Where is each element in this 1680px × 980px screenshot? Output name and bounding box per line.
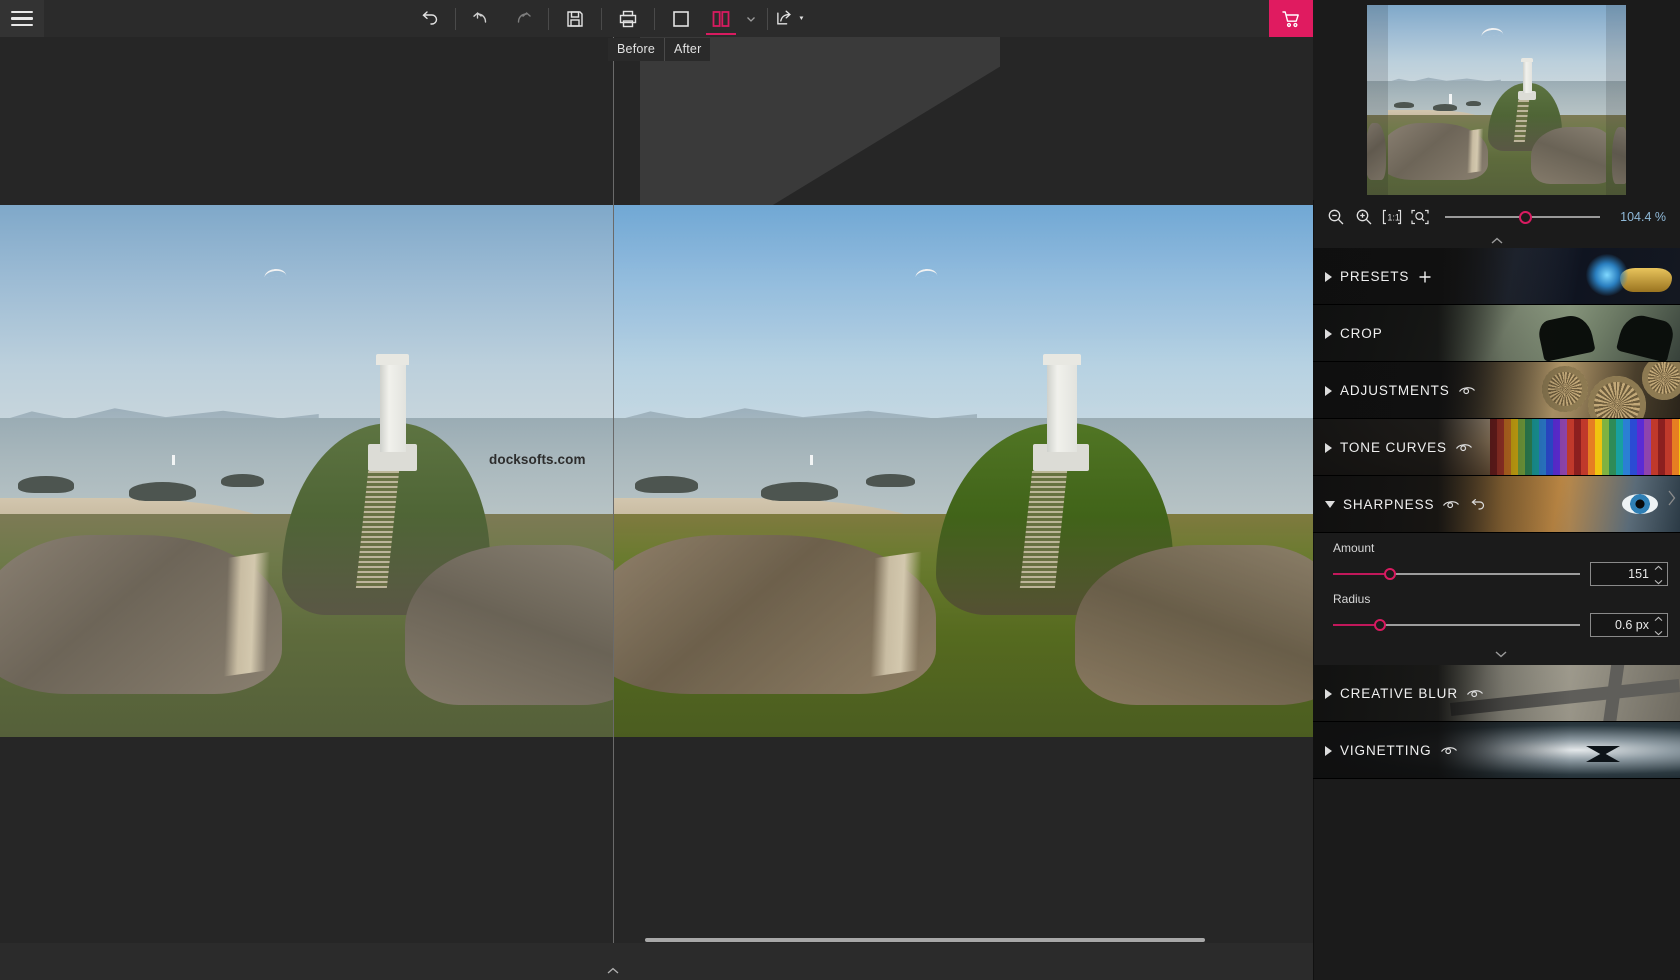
editor-area: Before After — [0, 0, 1313, 980]
radius-stepper[interactable]: 0.6 px — [1590, 613, 1668, 637]
toolbar-divider — [601, 8, 602, 30]
before-photo — [0, 205, 613, 737]
after-photo — [614, 205, 1313, 737]
zoom-1-1-icon[interactable]: 1:1 — [1381, 206, 1403, 228]
undo-icon[interactable] — [462, 0, 502, 37]
horizontal-scrollbar[interactable] — [645, 938, 1205, 942]
section-adjustments[interactable]: ADJUSTMENTS — [1313, 362, 1680, 419]
zoom-toolbar: 1:1 104.4 % — [1313, 200, 1680, 234]
section-label: ADJUSTMENTS — [1340, 383, 1450, 398]
amount-value: 151 — [1628, 567, 1649, 581]
arrow-right-icon[interactable] — [1325, 386, 1332, 396]
photo-editor-app: Before After — [0, 0, 1680, 980]
sharpness-controls: Amount 151 — [1313, 533, 1680, 665]
split-view-icon[interactable] — [701, 0, 741, 37]
image-canvas[interactable]: docksofts.com — [0, 37, 1313, 943]
panel-expand-chevron-right-icon[interactable] — [1664, 487, 1678, 509]
plus-icon[interactable] — [1417, 269, 1433, 285]
hamburger-menu-icon[interactable] — [0, 0, 44, 37]
share-icon[interactable] — [774, 0, 808, 37]
filmstrip-expand-chevron-icon[interactable] — [604, 964, 622, 978]
right-panel: 1:1 104.4 % PRESETS — [1313, 0, 1680, 980]
radius-control: Radius 0.6 px — [1333, 592, 1668, 637]
section-crop[interactable]: CROP — [1313, 305, 1680, 362]
section-label: SHARPNESS — [1343, 497, 1434, 512]
view-dropdown-caret-icon[interactable] — [741, 0, 761, 37]
arrow-right-icon[interactable] — [1325, 272, 1332, 282]
section-creative-blur[interactable]: CREATIVE BLUR — [1313, 665, 1680, 722]
amount-label: Amount — [1333, 541, 1668, 555]
shopping-cart-icon[interactable] — [1269, 0, 1313, 37]
canvas-backdrop-shape — [640, 37, 1000, 207]
eye-icon[interactable] — [1455, 442, 1473, 454]
stepper-arrows[interactable] — [1654, 616, 1663, 636]
reset-arrow-icon[interactable] — [1468, 498, 1486, 512]
radius-value: 0.6 px — [1615, 618, 1649, 632]
amount-stepper[interactable]: 151 — [1590, 562, 1668, 586]
tab-after[interactable]: After — [664, 38, 710, 61]
section-label: CROP — [1340, 326, 1383, 341]
eye-icon[interactable] — [1466, 688, 1484, 700]
after-image-pane[interactable] — [614, 205, 1313, 737]
section-label: TONE CURVES — [1340, 440, 1447, 455]
section-sharpness[interactable]: SHARPNESS — [1313, 476, 1680, 533]
section-label: VIGNETTING — [1340, 743, 1432, 758]
eye-icon[interactable] — [1458, 385, 1476, 397]
svg-text:1:1: 1:1 — [1387, 212, 1400, 222]
redo-icon[interactable] — [502, 0, 542, 37]
print-icon[interactable] — [608, 0, 648, 37]
arrow-right-icon[interactable] — [1325, 689, 1332, 699]
toolbar-divider — [548, 8, 549, 30]
before-after-tabs: Before After — [608, 38, 710, 61]
navigator-photo — [1388, 5, 1606, 195]
save-icon[interactable] — [555, 0, 595, 37]
zoom-out-icon[interactable] — [1325, 206, 1347, 228]
section-tone-curves[interactable]: TONE CURVES — [1313, 419, 1680, 476]
arrow-right-icon[interactable] — [1325, 746, 1332, 756]
eye-icon[interactable] — [1440, 745, 1458, 757]
navigator-preview[interactable] — [1313, 0, 1680, 200]
revert-icon[interactable] — [409, 0, 449, 37]
radius-label: Radius — [1333, 592, 1668, 606]
toolbar-buttons — [409, 0, 808, 37]
toolbar-divider — [654, 8, 655, 30]
watermark-text: docksofts.com — [489, 452, 586, 467]
single-view-icon[interactable] — [661, 0, 701, 37]
stepper-arrows[interactable] — [1654, 565, 1663, 585]
toolbar-divider — [455, 8, 456, 30]
eye-icon[interactable] — [1442, 499, 1460, 511]
sharpness-collapse-chevron-icon[interactable] — [1333, 643, 1668, 665]
zoom-in-icon[interactable] — [1353, 206, 1375, 228]
toolbar-divider — [767, 8, 768, 30]
tab-before[interactable]: Before — [608, 38, 664, 61]
before-image-pane[interactable] — [0, 205, 613, 737]
zoom-value: 104.4 % — [1614, 210, 1666, 224]
zoom-fit-icon[interactable] — [1409, 206, 1431, 228]
radius-slider[interactable] — [1333, 617, 1580, 633]
arrow-right-icon[interactable] — [1325, 329, 1332, 339]
navigator-collapse-chevron-icon[interactable] — [1313, 234, 1680, 248]
section-label: CREATIVE BLUR — [1340, 686, 1458, 701]
main-toolbar — [0, 0, 1313, 37]
arrow-right-icon[interactable] — [1325, 443, 1332, 453]
section-vignetting[interactable]: VIGNETTING — [1313, 722, 1680, 779]
zoom-slider-knob[interactable] — [1519, 211, 1532, 224]
section-presets[interactable]: PRESETS — [1313, 248, 1680, 305]
arrow-down-icon[interactable] — [1325, 501, 1335, 508]
split-divider-handle[interactable] — [613, 37, 614, 943]
amount-control: Amount 151 — [1333, 541, 1668, 586]
section-label: PRESETS — [1340, 269, 1409, 284]
navigator-viewport-frame[interactable] — [1388, 5, 1606, 195]
zoom-slider[interactable] — [1445, 207, 1600, 227]
amount-slider[interactable] — [1333, 566, 1580, 582]
bottom-strip — [0, 943, 1313, 980]
